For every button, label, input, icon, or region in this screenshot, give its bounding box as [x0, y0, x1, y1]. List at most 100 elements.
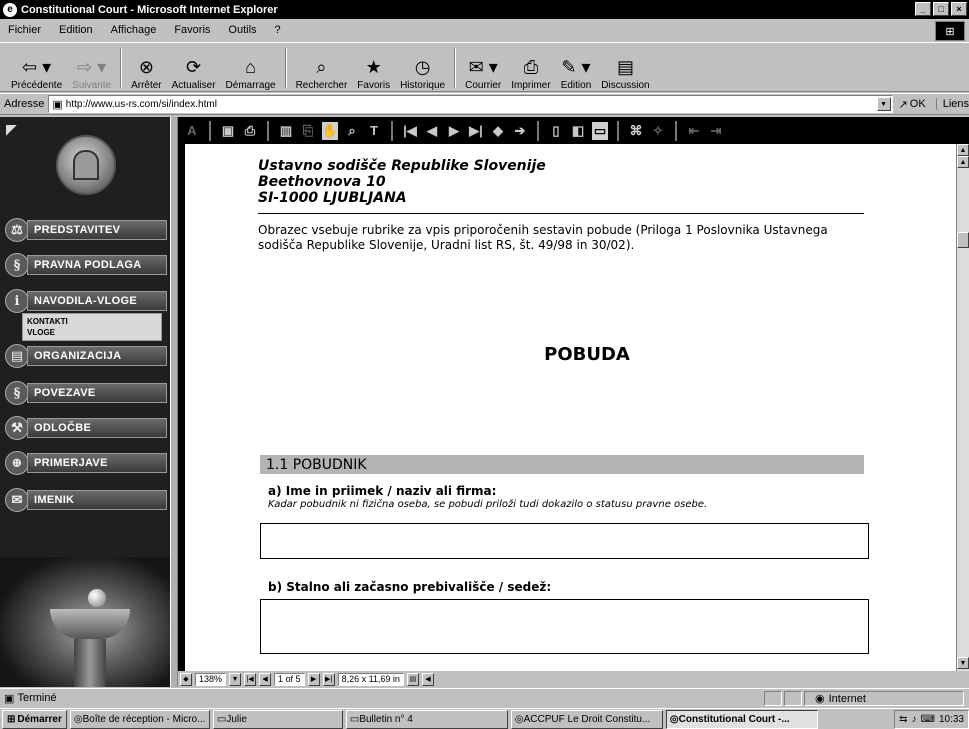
thumbnails-icon[interactable]: ▥ [278, 122, 294, 140]
scroll-up-page-button[interactable]: ▲ [957, 156, 969, 168]
sidebar-item-label: PRIMERJAVE [27, 453, 167, 473]
links-button[interactable]: Liens [935, 98, 969, 110]
close-button[interactable]: × [951, 2, 967, 16]
rotate-right-icon[interactable]: ⇥ [708, 122, 724, 140]
sidebar-arrow-icon[interactable]: ◤ [6, 121, 17, 138]
toolbar-button-0[interactable]: ⇦ ▾ Précédente [6, 45, 67, 91]
toolbar-button-10[interactable]: ✎ ▾ Edition [556, 45, 597, 91]
taskbar-task-2[interactable]: ▭ Bulletin n° 4 [345, 709, 508, 729]
network-icon[interactable]: ⇆ [899, 714, 907, 725]
zone-panel: ◉ Internet [804, 691, 964, 706]
status-next-page-icon[interactable]: ▶ [307, 672, 320, 686]
address-url: http://www.us-rs.com/si/index.html [65, 98, 217, 110]
toolbar-button-2[interactable]: ⊗ Arrêter [126, 45, 167, 91]
menu-favoris[interactable]: Favoris [172, 24, 212, 36]
toolbar-button-8[interactable]: ✉ ▾ Courrier [460, 45, 506, 91]
go-back-icon[interactable]: ◆ [490, 122, 506, 140]
text-select-icon[interactable]: T [366, 122, 382, 140]
home-icon: ⌂ [245, 57, 256, 77]
page-size: 8,26 x 11,69 in [337, 672, 404, 686]
taskbar-task-label: Bulletin n° 4 [359, 713, 413, 725]
toolbar-label: Précédente [11, 80, 63, 91]
sidebar-item-7[interactable]: ✉ IMENIK [5, 487, 167, 513]
rotate-left-icon[interactable]: ⇤ [686, 122, 702, 140]
scroll-thumb[interactable] [957, 232, 969, 248]
zoom-level[interactable]: 138% [195, 672, 227, 686]
page-layout-icon[interactable]: ▤ [406, 672, 419, 686]
sidebar-item-1[interactable]: § PRAVNA PODLAGA [5, 252, 167, 278]
maximize-button[interactable]: □ [933, 2, 949, 16]
address-dropdown-button[interactable]: ▼ [876, 97, 891, 111]
menu-fichier[interactable]: Fichier [6, 24, 43, 36]
sidebar-item-0[interactable]: ⚖ PREDSTAVITEV [5, 217, 167, 243]
volume-icon[interactable]: ♪ [912, 714, 917, 725]
toolbar-button-9[interactable]: ⎙ Imprimer [506, 45, 555, 91]
toolbar-button-5[interactable]: ⌕ Rechercher [291, 45, 353, 91]
header-rule [258, 213, 864, 214]
menu-bar: Fichier Edition Affichage Favoris Outils… [0, 21, 969, 39]
pdf-vertical-scrollbar[interactable]: ▲ ▲ ▼ [956, 144, 969, 671]
menu-edition[interactable]: Edition [57, 24, 95, 36]
status-prev-page-icon[interactable]: ◀ [259, 672, 272, 686]
save-icon[interactable]: ▣ [220, 122, 236, 140]
toolbar-button-1[interactable]: ⇨ ▾ Suivante [67, 45, 116, 91]
back-arrow-icon: ⇦ ▾ [22, 57, 52, 77]
hand-tool-icon[interactable]: ✋ [322, 121, 338, 140]
scroll-up-button[interactable]: ▲ [957, 144, 969, 156]
frame-divider[interactable] [170, 117, 178, 687]
submenu-item-vloge[interactable]: VLOGE [27, 327, 157, 338]
go-label: OK [909, 98, 926, 110]
hscroll-left-button[interactable]: ◀ [421, 672, 434, 686]
start-button[interactable]: ⊞ Démarrer [2, 709, 67, 729]
status-first-page-icon[interactable]: |◀ [244, 672, 257, 686]
toolbar-button-4[interactable]: ⌂ Démarrage [221, 45, 281, 91]
status-last-page-icon[interactable]: ▶| [322, 672, 335, 686]
address-input[interactable]: ▣ http://www.us-rs.com/si/index.html ▼ [48, 95, 893, 113]
keyboard-icon[interactable]: ⌨ [921, 714, 935, 725]
taskbar-task-1[interactable]: ▭ Julie [212, 709, 343, 729]
fit-width-icon[interactable]: ▭ [592, 121, 608, 140]
prev-page-icon[interactable]: ◀ [424, 122, 440, 140]
sidebar-item-5[interactable]: ⚒ ODLOČBE [5, 415, 167, 441]
first-page-icon[interactable]: |◀ [402, 122, 418, 140]
copy-icon[interactable]: ⎘ [300, 122, 316, 140]
menu-affichage[interactable]: Affichage [109, 24, 159, 36]
toolbar-button-7[interactable]: ◷ Historique [395, 45, 450, 91]
sidebar-item-2[interactable]: i NAVODILA-VLOGE [5, 288, 167, 314]
next-page-icon[interactable]: ▶ [446, 122, 462, 140]
minimize-button[interactable]: _ [915, 2, 931, 16]
sidebar-item-6[interactable]: ⊕ PRIMERJAVE [5, 450, 167, 476]
residence-field[interactable] [260, 599, 869, 654]
go-button[interactable]: ↗ OK [899, 98, 926, 111]
web-link-icon[interactable]: ✧ [650, 122, 666, 140]
taskbar-task-0[interactable]: ◎ Boîte de réception - Micro... [69, 709, 210, 729]
fit-page-icon[interactable]: ◧ [570, 122, 586, 140]
name-field[interactable] [260, 523, 869, 559]
taskbar-task-3[interactable]: ◎ ACCPUF Le Droit Constitu... [510, 709, 663, 729]
sidebar-item-3[interactable]: ▤ ORGANIZACIJA [5, 343, 167, 369]
menu-outils[interactable]: Outils [226, 24, 258, 36]
taskbar-task-4[interactable]: ◎ Constitutional Court -... [665, 709, 818, 729]
toolbar-button-11[interactable]: ▤ Discussion [596, 45, 654, 91]
document-icon: ▤ [5, 344, 29, 368]
scroll-down-button[interactable]: ▼ [957, 657, 969, 669]
zoom-dropdown-icon[interactable]: ▼ [229, 672, 242, 686]
pdf-toolbar: A ▣ ⎙ ▥ ⎘ ✋ ⌕ T |◀ ◀ ▶ ▶| ◆ ➔ ▯ ◧ ▭ ⌘ ✧ … [178, 117, 969, 144]
address-bar: Adresse ▣ http://www.us-rs.com/si/index.… [0, 93, 969, 115]
zoom-tool-icon[interactable]: ⌕ [344, 122, 360, 140]
menu-help[interactable]: ? [273, 24, 283, 36]
actual-size-icon[interactable]: ▯ [548, 122, 564, 140]
page-indicator[interactable]: 1 of 5 [274, 672, 305, 686]
last-page-icon[interactable]: ▶| [468, 122, 484, 140]
go-forward-icon[interactable]: ➔ [512, 122, 528, 140]
status-text: Terminé [17, 692, 57, 704]
submenu-item-kontakti[interactable]: KONTAKTI [27, 316, 157, 327]
print-icon[interactable]: ⎙ [242, 122, 258, 140]
find-icon[interactable]: ⌘ [628, 122, 644, 140]
navigation-pane-icon[interactable]: ◆ [180, 672, 192, 686]
toolbar-button-6[interactable]: ★ Favoris [352, 45, 395, 91]
links-icon: § [5, 381, 29, 405]
status-panel-1 [764, 691, 782, 706]
toolbar-button-3[interactable]: ⟳ Actualiser [167, 45, 221, 91]
sidebar-item-4[interactable]: § POVEZAVE [5, 380, 167, 406]
